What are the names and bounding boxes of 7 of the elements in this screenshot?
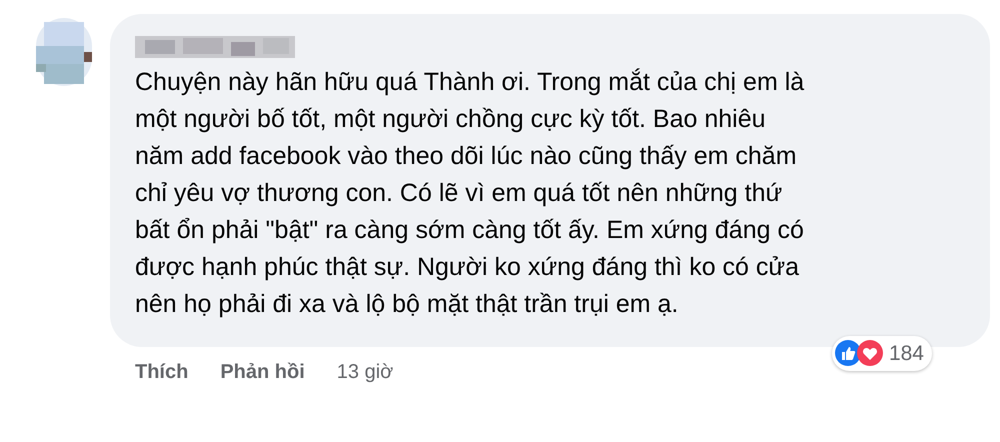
timestamp[interactable]: 13 giờ (336, 357, 394, 387)
reaction-pill[interactable]: 184 (832, 336, 932, 371)
action-link[interactable]: Thích (135, 357, 188, 387)
reaction-count: 184 (888, 340, 924, 366)
like-icon (834, 340, 861, 366)
comment-text: Chuyện này hãn hữu quá Thành ơi. Trong mắt của chị em là một người bố tốt, một người chồng cực kỳ tốt. Bao nhiêu năm add facebook vào theo dõi lúc nào cũng thấy em chăm chỉ yêu vợ thương con. Có lẽ vì em quá tốt nên những thứ bất ổn phải "bật" ra càng sớm càng tốt ấy. Em xứng đáng có được hạnh phúc thật sự. Người ko xứng đáng thì ko có cửa nên họ phải đi xa và lộ bộ mặt thật trần trụi em ạ. (135, 67, 806, 320)
action-link[interactable]: Phản hồi (220, 357, 305, 387)
